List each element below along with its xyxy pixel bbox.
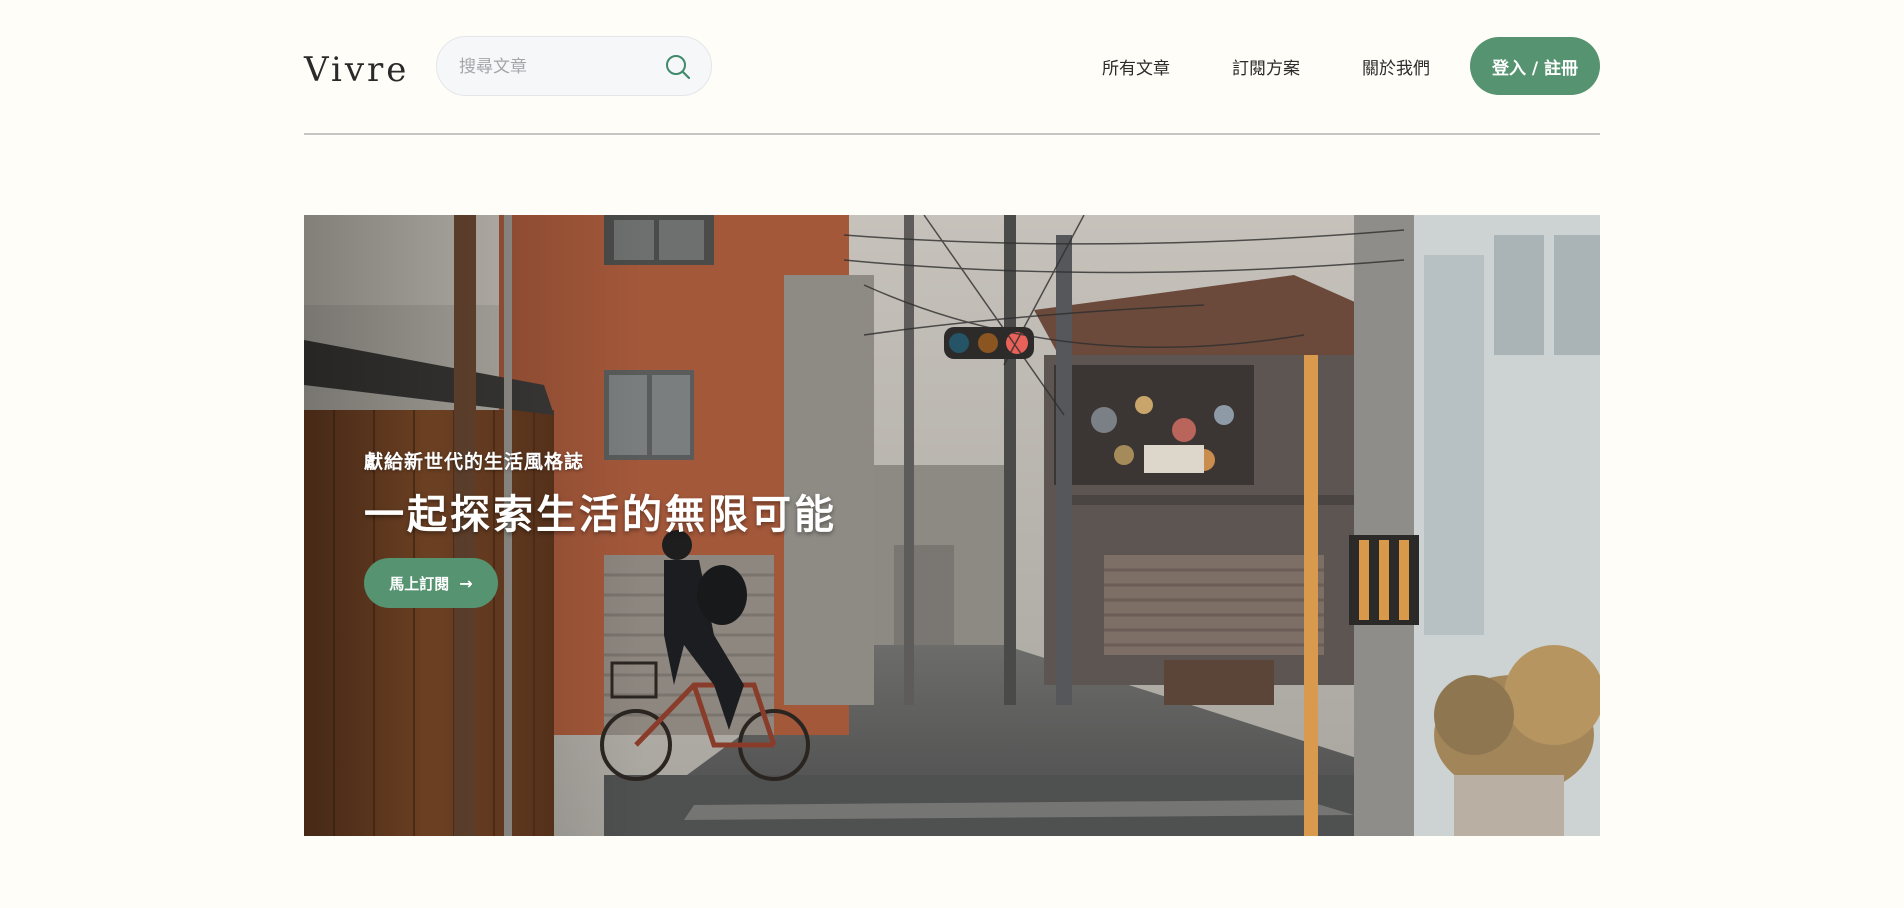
search-input[interactable] [457, 37, 661, 97]
logo[interactable]: Vivre [304, 44, 409, 96]
header-divider [304, 133, 1600, 135]
hero-title: 一起探索生活的無限可能 [364, 491, 837, 538]
subscribe-now-label: 馬上訂閱 [389, 574, 450, 593]
site-header: Vivre 所有文章 訂閱方案 關於我們 登入 / 註冊 [304, 36, 1600, 98]
nav-all-articles[interactable]: 所有文章 [1102, 54, 1170, 79]
nav-about-us[interactable]: 關於我們 [1362, 54, 1430, 79]
hero-banner: 獻給新世代的生活風格誌 一起探索生活的無限可能 馬上訂閱 → [304, 215, 1600, 836]
subscribe-now-button[interactable]: 馬上訂閱 → [364, 558, 498, 608]
search-box [436, 36, 712, 97]
nav-subscription-plans[interactable]: 訂閱方案 [1232, 54, 1300, 79]
search-icon[interactable] [663, 52, 693, 82]
arrow-right-icon: → [459, 573, 473, 593]
hero-content: 獻給新世代的生活風格誌 一起探索生活的無限可能 馬上訂閱 → [364, 447, 837, 608]
login-register-button[interactable]: 登入 / 註冊 [1470, 37, 1600, 95]
hero-subtitle: 獻給新世代的生活風格誌 [364, 451, 585, 473]
main-nav: 所有文章 訂閱方案 關於我們 登入 / 註冊 [1102, 37, 1600, 95]
